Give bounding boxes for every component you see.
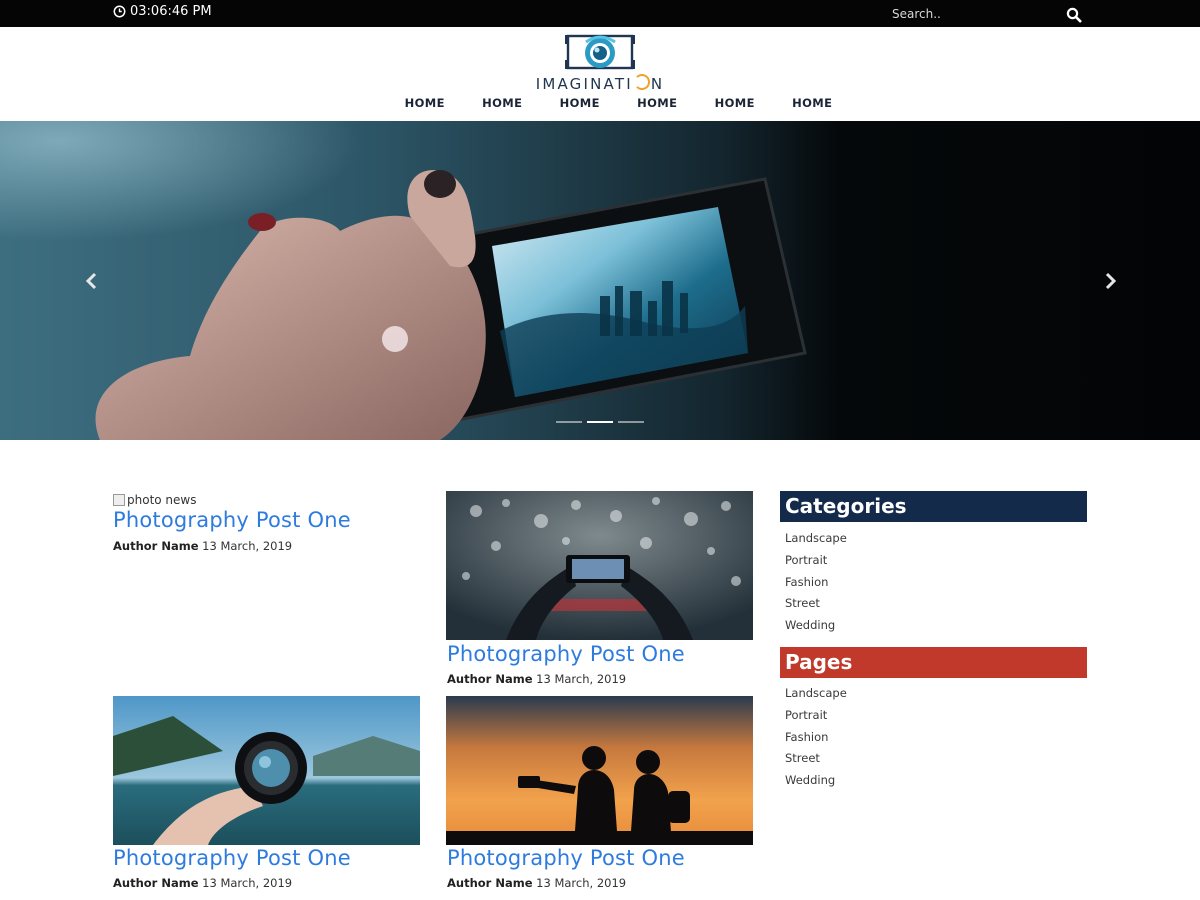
list-item: Fashion (785, 575, 847, 597)
list-item: Portrait (785, 553, 847, 575)
post-2-image[interactable] (446, 491, 753, 640)
search-icon[interactable] (1066, 7, 1082, 23)
list-item: Fashion (785, 730, 847, 752)
list-item: Wedding (785, 773, 847, 795)
category-link-fashion[interactable]: Fashion (785, 575, 828, 589)
post-4-image[interactable] (446, 696, 753, 845)
logo-text-part-1: IMAGINATI (535, 75, 633, 93)
logo-o-icon (633, 74, 650, 90)
post-3-date: 13 March, 2019 (202, 876, 293, 890)
post-4-date: 13 March, 2019 (536, 876, 627, 890)
post-3-author: Author Name (113, 876, 199, 890)
slider-next-arrow[interactable] (1100, 270, 1120, 292)
nav-item-home-4[interactable]: HOME (619, 96, 697, 112)
post-3-meta: Author Name 13 March, 2019 (113, 876, 292, 890)
list-item: Landscape (785, 686, 847, 708)
categories-list: Landscape Portrait Fashion Street Weddin… (785, 531, 847, 640)
broken-image-icon (113, 494, 125, 506)
post-3-image[interactable] (113, 696, 420, 845)
logo-text-part-2: N (650, 75, 665, 93)
top-bar: 03:06:46 PM (0, 0, 1200, 27)
nav-item-home-1[interactable]: HOME (386, 96, 464, 112)
page-link-portrait[interactable]: Portrait (785, 708, 827, 722)
slider-indicator-2[interactable] (587, 421, 613, 423)
post-2-date: 13 March, 2019 (536, 672, 627, 686)
page-link-street[interactable]: Street (785, 751, 820, 765)
nav-item-home-3[interactable]: HOME (541, 96, 619, 112)
nav-item-home-2[interactable]: HOME (464, 96, 542, 112)
list-item: Portrait (785, 708, 847, 730)
camera-logo-icon (565, 34, 635, 70)
site-logo[interactable]: IMAGINATI N (520, 30, 680, 93)
category-link-landscape[interactable]: Landscape (785, 531, 847, 545)
post-3-photo (113, 696, 420, 845)
page-link-wedding[interactable]: Wedding (785, 773, 835, 787)
category-link-wedding[interactable]: Wedding (785, 618, 835, 632)
post-1-broken-image: photo news (113, 493, 196, 507)
clock-time: 03:06:46 PM (130, 4, 212, 19)
hero-slider[interactable] (0, 121, 1200, 440)
post-4-title[interactable]: Photography Post One (447, 846, 685, 870)
post-1-date: 13 March, 2019 (202, 539, 293, 553)
post-2-title[interactable]: Photography Post One (447, 642, 685, 666)
search-input[interactable] (884, 5, 1070, 23)
nav-item-home-5[interactable]: HOME (696, 96, 774, 112)
post-4-photo (446, 696, 753, 845)
post-1-title[interactable]: Photography Post One (113, 508, 351, 532)
post-4-meta: Author Name 13 March, 2019 (447, 876, 626, 890)
main-nav: HOME HOME HOME HOME HOME HOME (386, 96, 851, 112)
list-item: Wedding (785, 618, 847, 640)
slider-indicator-3[interactable] (618, 421, 644, 423)
slider-indicators (556, 421, 644, 423)
page-link-fashion[interactable]: Fashion (785, 730, 828, 744)
categories-heading: Categories (780, 491, 1087, 522)
post-1-meta: Author Name 13 March, 2019 (113, 539, 292, 553)
post-2-photo (446, 491, 753, 640)
list-item: Street (785, 751, 847, 773)
pages-list: Landscape Portrait Fashion Street Weddin… (785, 686, 847, 795)
post-2-author: Author Name (447, 672, 533, 686)
post-3-title[interactable]: Photography Post One (113, 846, 351, 870)
logo-wordmark: IMAGINATI N (520, 74, 680, 93)
post-4-author: Author Name (447, 876, 533, 890)
post-1-author: Author Name (113, 539, 199, 553)
slide-image (0, 121, 1200, 440)
page-link-landscape[interactable]: Landscape (785, 686, 847, 700)
category-link-portrait[interactable]: Portrait (785, 553, 827, 567)
list-item: Landscape (785, 531, 847, 553)
clock: 03:06:46 PM (113, 4, 212, 19)
nav-item-home-6[interactable]: HOME (774, 96, 852, 112)
pages-heading: Pages (780, 647, 1087, 678)
post-2-meta: Author Name 13 March, 2019 (447, 672, 626, 686)
list-item: Street (785, 596, 847, 618)
post-1-image-alt: photo news (127, 493, 197, 507)
slider-indicator-1[interactable] (556, 421, 582, 423)
slider-prev-arrow[interactable] (82, 270, 102, 292)
clock-icon (113, 5, 126, 18)
category-link-street[interactable]: Street (785, 596, 820, 610)
